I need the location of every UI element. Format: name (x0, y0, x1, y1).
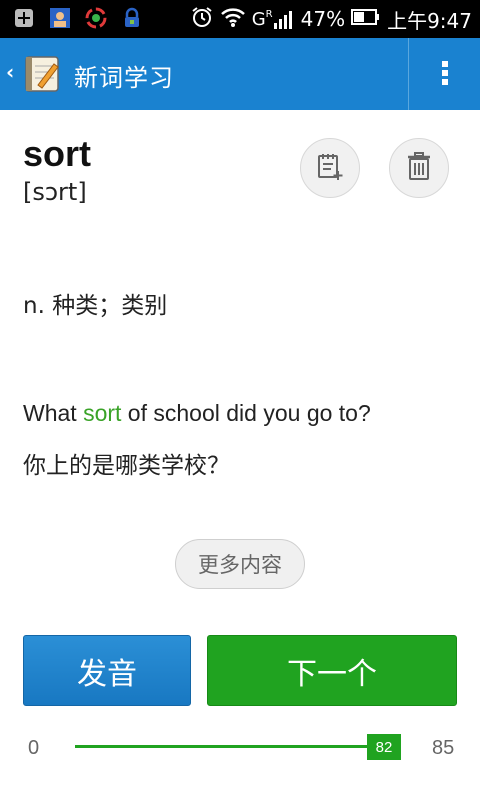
next-word-button[interactable]: 下一个 (207, 635, 457, 706)
more-content-button[interactable]: 更多内容 (175, 539, 305, 589)
battery-icon (351, 7, 381, 32)
word-headword: sort (23, 133, 92, 174)
progress-track (75, 745, 395, 748)
progress-fill (75, 745, 384, 748)
contact-card-icon (48, 6, 72, 30)
alarm-clock-icon (190, 5, 214, 34)
delete-word-button[interactable] (389, 138, 449, 198)
progress-max-label: 85 (432, 737, 455, 759)
words-notebook-icon[interactable] (24, 54, 62, 94)
wifi-icon (220, 6, 246, 33)
progress-thumb[interactable]: 82 (367, 734, 401, 760)
plus-square-icon (12, 6, 36, 30)
notification-icons (12, 6, 144, 30)
word-definition: n. 种类；类别 (23, 293, 168, 319)
battery-percent: 47% (300, 7, 346, 31)
example-text-before: What (23, 400, 84, 426)
status-bar: GR 47% 上午9:47 (0, 0, 480, 38)
screen-title: 新词学习 (74, 64, 174, 92)
example-highlight-word: sort (83, 400, 122, 426)
add-to-notebook-button[interactable] (300, 138, 360, 198)
action-bar: ‹ 新词学习 (0, 38, 480, 110)
network-roaming: R (265, 9, 273, 20)
clock: 上午9:47 (387, 8, 472, 33)
example-text-after: of school did you go to? (121, 400, 371, 426)
trash-icon (406, 151, 432, 185)
example-sentence: What sort of school did you go to? (23, 400, 371, 427)
overflow-menu-icon[interactable] (430, 58, 460, 90)
example-translation: 你上的是哪类学校？ (23, 453, 230, 479)
phonetic-transcription: [sɔrt] (23, 178, 87, 206)
alarm-lock-icon (120, 6, 144, 30)
sync-circle-icon (84, 6, 108, 30)
add-to-notebook-icon (315, 151, 345, 185)
cell-signal-icon: GR (252, 8, 295, 30)
pronounce-button[interactable]: 发音 (23, 635, 191, 706)
chevron-left-icon[interactable]: ‹ (6, 60, 14, 84)
progress-min-label: 0 (28, 737, 40, 759)
system-indicators: GR 47% 上午9:47 (190, 0, 472, 38)
network-type: G (251, 9, 266, 30)
divider (408, 38, 409, 110)
